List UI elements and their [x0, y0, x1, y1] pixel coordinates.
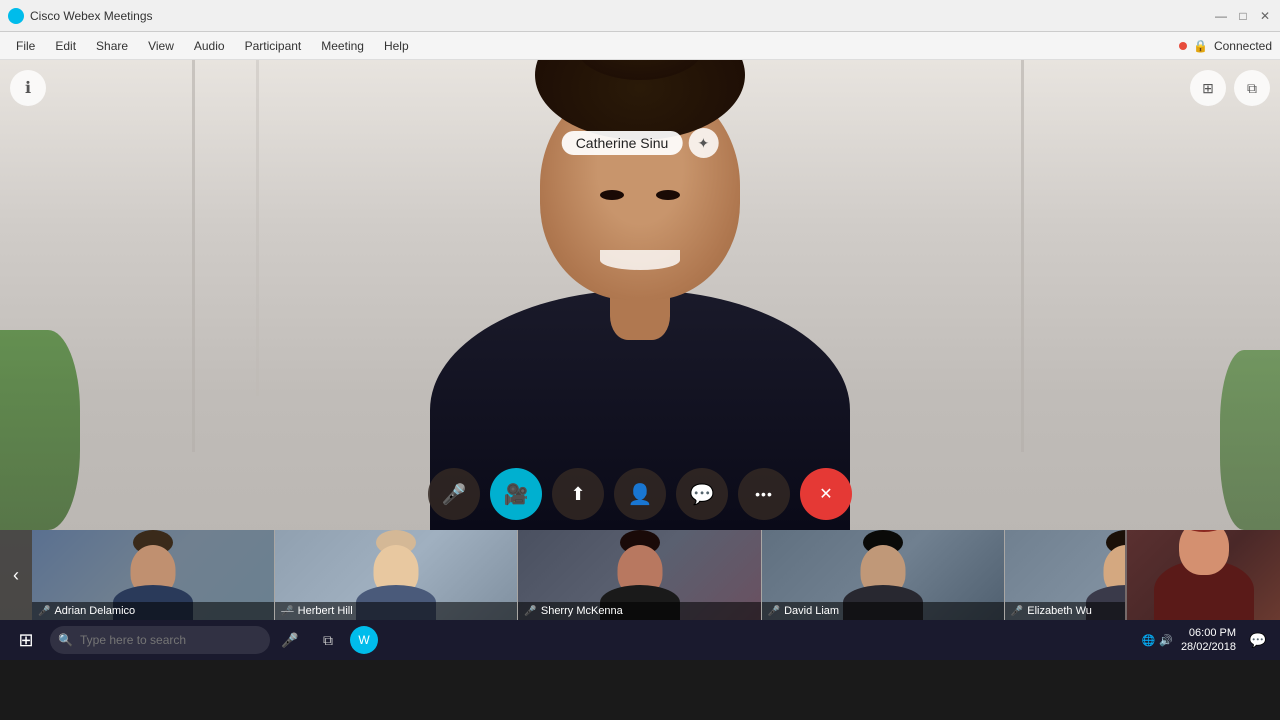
more-icon: •••: [755, 486, 773, 502]
participant-name-2: 🎤 Herbert Hill: [275, 602, 517, 620]
menu-meeting[interactable]: Meeting: [313, 37, 372, 55]
top-right-controls: ⊞ ⧉: [1190, 70, 1270, 106]
info-button[interactable]: ℹ: [10, 70, 46, 106]
grid-view-button[interactable]: ⊞: [1190, 70, 1226, 106]
mic-icon-3: 🎤: [524, 606, 536, 617]
main-video-area: ℹ Catherine Sinu ✦ ⊞ ⧉ 🎤 🎥 ⬆ 👤 💬: [0, 60, 1280, 620]
minimize-button[interactable]: —: [1214, 9, 1228, 23]
search-input[interactable]: [50, 626, 270, 654]
participant-thumb-2[interactable]: 🎤 Herbert Hill: [275, 530, 518, 620]
popout-icon: ⧉: [1247, 80, 1257, 97]
video-button[interactable]: 🎥: [490, 468, 542, 520]
taskbar-right: 🌐 🔊 06:00 PM 28/02/2018 💬: [1142, 626, 1272, 655]
mic-icon-2: 🎤: [281, 606, 293, 617]
clock-time: 06:00 PM: [1181, 626, 1236, 640]
strip-prev-button[interactable]: ‹: [0, 530, 32, 620]
app-title: Cisco Webex Meetings: [30, 9, 1214, 23]
meeting-controls: 🎤 🎥 ⬆ 👤 💬 ••• ✕: [428, 468, 852, 520]
taskbar: ⊞ 🔍 🎤 ⧉ W 🌐 🔊 06:00 PM 28/02/2018 💬: [0, 620, 1280, 660]
connection-status: 🔒 Connected: [1179, 39, 1272, 53]
mic-icon-1: 🎤: [38, 606, 50, 617]
participant-label-5: Elizabeth Wu: [1027, 605, 1092, 617]
menu-file[interactable]: File: [8, 37, 43, 55]
more-options-button[interactable]: •••: [738, 468, 790, 520]
participant-thumb-3[interactable]: 🎤 Sherry McKenna: [518, 530, 761, 620]
task-view-button[interactable]: ⧉: [314, 626, 342, 654]
menu-audio[interactable]: Audio: [186, 37, 233, 55]
mute-button[interactable]: 🎤: [428, 468, 480, 520]
participant-name-3: 🎤 Sherry McKenna: [518, 602, 760, 620]
participants-button[interactable]: 👤: [614, 468, 666, 520]
popout-button[interactable]: ⧉: [1234, 70, 1270, 106]
notification-button[interactable]: 💬: [1244, 626, 1272, 654]
participant-strip: ‹ 🎤 Adrian Delamico: [0, 530, 1280, 620]
grid-icon: ⊞: [1202, 80, 1214, 97]
start-button[interactable]: ⊞: [8, 624, 44, 656]
menu-bar: File Edit Share View Audio Participant M…: [0, 32, 1280, 60]
self-view-thumbnail: [1125, 530, 1280, 620]
webex-taskbar-button[interactable]: W: [350, 626, 378, 654]
menu-edit[interactable]: Edit: [47, 37, 84, 55]
chat-button[interactable]: 💬: [676, 468, 728, 520]
close-button[interactable]: ✕: [1258, 9, 1272, 23]
participant-name-1: 🎤 Adrian Delamico: [32, 602, 274, 620]
mic-icon-5: 🎤: [1011, 606, 1023, 617]
chat-icon: 💬: [690, 482, 715, 507]
participant-label-3: Sherry McKenna: [541, 605, 623, 617]
end-call-button[interactable]: ✕: [800, 468, 852, 520]
menu-share[interactable]: Share: [88, 37, 136, 55]
participants-icon: 👤: [628, 482, 653, 507]
system-icons: 🌐 🔊: [1142, 634, 1173, 647]
star-icon: ✦: [697, 135, 709, 152]
participant-label-4: David Liam: [784, 605, 839, 617]
speaker-name-badge: Catherine Sinu ✦: [562, 128, 719, 158]
lock-icon: 🔒: [1193, 39, 1208, 53]
participant-name-4: 🎤 David Liam: [762, 602, 1004, 620]
info-icon: ℹ: [25, 78, 31, 98]
search-wrapper: 🔍: [50, 626, 270, 654]
taskbar-apps: ⧉ W: [314, 626, 378, 654]
participant-thumb-1[interactable]: 🎤 Adrian Delamico: [32, 530, 275, 620]
window-controls: — □ ✕: [1214, 9, 1272, 23]
participant-label-1: Adrian Delamico: [54, 605, 135, 617]
status-dot: [1179, 42, 1187, 50]
title-bar: Cisco Webex Meetings — □ ✕: [0, 0, 1280, 32]
participant-thumbnails: 🎤 Adrian Delamico 🎤 Herbert Hill: [32, 530, 1248, 620]
camera-icon: 🎥: [504, 482, 529, 507]
participant-thumb-4[interactable]: 🎤 David Liam: [762, 530, 1005, 620]
mic-icon-4: 🎤: [768, 606, 780, 617]
microphone-icon: 🎤: [442, 482, 467, 507]
clock: 06:00 PM 28/02/2018: [1181, 626, 1236, 655]
menu-participant[interactable]: Participant: [237, 37, 310, 55]
participant-label-2: Herbert Hill: [298, 605, 353, 617]
maximize-button[interactable]: □: [1236, 9, 1250, 23]
share-button[interactable]: ⬆: [552, 468, 604, 520]
cortana-mic-button[interactable]: 🎤: [276, 626, 304, 654]
menu-view[interactable]: View: [140, 37, 182, 55]
end-icon: ✕: [819, 484, 832, 504]
share-icon: ⬆: [570, 484, 585, 505]
spotlight-button[interactable]: ✦: [688, 128, 718, 158]
volume-icon: 🔊: [1159, 634, 1173, 647]
clock-date: 28/02/2018: [1181, 640, 1236, 654]
app-icon: [8, 8, 24, 24]
speaker-name: Catherine Sinu: [562, 131, 683, 155]
connected-label: Connected: [1214, 39, 1272, 53]
network-icon: 🌐: [1142, 634, 1156, 647]
menu-help[interactable]: Help: [376, 37, 417, 55]
